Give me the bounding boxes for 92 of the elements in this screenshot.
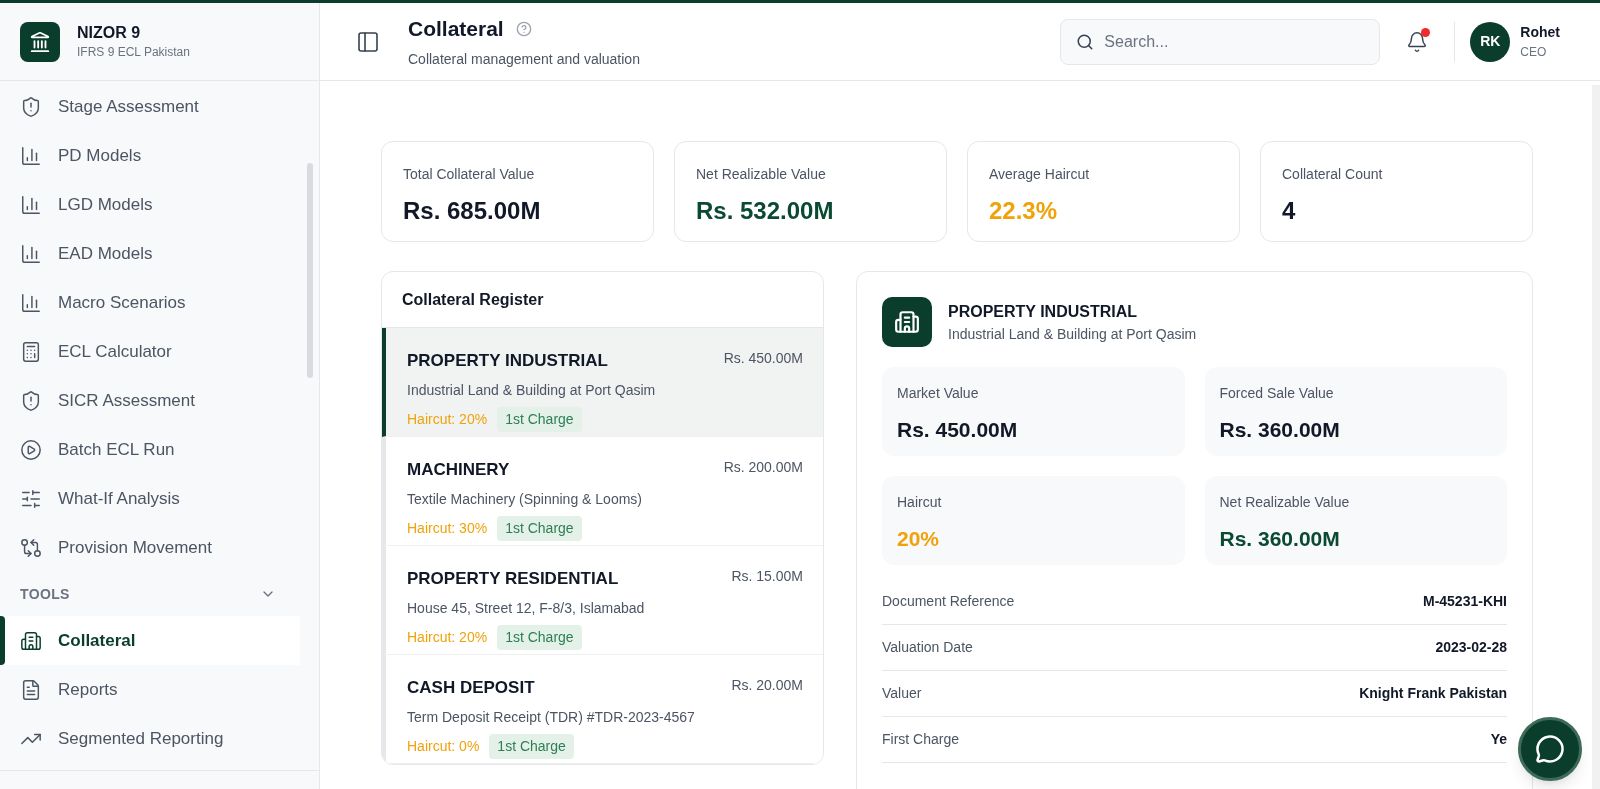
building-icon bbox=[20, 629, 42, 652]
shield-icon bbox=[20, 95, 42, 118]
user-name: Rohet bbox=[1520, 23, 1560, 42]
sidebar-item[interactable]: ECL Calculator bbox=[0, 327, 300, 376]
brand-subtitle: IFRS 9 ECL Pakistan bbox=[77, 43, 190, 61]
building-icon bbox=[882, 297, 932, 347]
compare-arrows-icon bbox=[20, 536, 42, 559]
card-title: Collateral Register bbox=[402, 289, 544, 310]
section-header[interactable]: TOOLS bbox=[0, 572, 300, 616]
bar-chart-icon bbox=[20, 144, 42, 167]
collateral-amount: Rs. 450.00M bbox=[723, 349, 803, 368]
haircut-text: Haircut: 30% bbox=[407, 518, 488, 538]
stat-value: 4 bbox=[1282, 196, 1297, 226]
field-value: Knight Frank Pakistan bbox=[1359, 684, 1507, 703]
register-item[interactable]: PROPERTY RESIDENTIAL Rs. 15.00M House 45, Street 12, F-8/3, Islamabad Haircut: 20% 1st Charge bbox=[382, 546, 823, 655]
scrollbar-thumb[interactable] bbox=[307, 163, 313, 378]
collateral-type: PROPERTY RESIDENTIAL bbox=[407, 568, 619, 590]
document-icon bbox=[20, 678, 42, 701]
bar-chart-icon bbox=[20, 242, 42, 265]
user-role: CEO bbox=[1520, 44, 1548, 61]
metric-label: Market Value bbox=[897, 384, 980, 403]
bar-chart-icon bbox=[20, 193, 42, 216]
metric-label: Net Realizable Value bbox=[1219, 493, 1351, 512]
metric-value: Rs. 360.00M bbox=[1219, 526, 1341, 552]
stat-label: Net Realizable Value bbox=[696, 165, 827, 184]
collateral-amount: Rs. 200.00M bbox=[723, 458, 803, 477]
detail-description: Industrial Land & Building at Port Qasim bbox=[948, 324, 1197, 344]
stat-value: Rs. 532.00M bbox=[696, 196, 835, 226]
field-value: 2023-02-28 bbox=[1435, 638, 1507, 657]
sidebar-item[interactable]: Macro Scenarios bbox=[0, 278, 300, 327]
sidebar-item[interactable]: Segmented Reporting bbox=[0, 714, 300, 763]
stat-label: Average Haircut bbox=[989, 165, 1091, 184]
field-value: Ye bbox=[1490, 730, 1507, 749]
collateral-description: Textile Machinery (Spinning & Looms) bbox=[407, 489, 643, 509]
register-item[interactable]: PROPERTY INDUSTRIAL Rs. 450.00M Industrial Land & Building at Port Qasim Haircut: 20% 1st Charge bbox=[382, 328, 823, 437]
sidebar-item[interactable]: What-If Analysis bbox=[0, 474, 300, 523]
brand-name: NIZOR 9 bbox=[77, 22, 142, 43]
stat-label: Collateral Count bbox=[1282, 165, 1384, 184]
shield-icon bbox=[20, 389, 42, 412]
stat-value: Rs. 685.00M bbox=[403, 196, 542, 226]
sidebar-item[interactable]: Batch ECL Run bbox=[0, 425, 300, 474]
field-label: Document Reference bbox=[882, 592, 1015, 611]
haircut-text: Haircut: 20% bbox=[407, 627, 488, 647]
sidebar-item[interactable]: SICR Assessment bbox=[0, 376, 300, 425]
stat-value: 22.3% bbox=[989, 196, 1059, 226]
metric-value: Rs. 360.00M bbox=[1219, 417, 1341, 443]
collateral-amount: Rs. 15.00M bbox=[731, 567, 803, 586]
metric-label: Forced Sale Value bbox=[1219, 384, 1335, 403]
sidebar-item[interactable]: EAD Models bbox=[0, 229, 300, 278]
sidebar-item[interactable]: LGD Models bbox=[0, 180, 300, 229]
collateral-description: House 45, Street 12, F-8/3, Islamabad bbox=[407, 598, 646, 618]
charge-badge: 1st Charge bbox=[497, 406, 582, 432]
metric-value: Rs. 450.00M bbox=[897, 417, 1019, 443]
detail-title: PROPERTY INDUSTRIAL bbox=[948, 301, 1139, 322]
field-label: Valuation Date bbox=[882, 638, 973, 657]
search-icon bbox=[1076, 32, 1095, 51]
chat-icon bbox=[1535, 734, 1565, 764]
metric-value: 20% bbox=[897, 526, 941, 552]
notification-bell-icon[interactable] bbox=[1406, 30, 1429, 53]
sidebar-item[interactable]: Stage Assessment bbox=[0, 82, 300, 131]
haircut-text: Haircut: 0% bbox=[407, 736, 480, 756]
sliders-icon bbox=[20, 487, 42, 510]
sidebar-item[interactable]: Provision Movement bbox=[0, 523, 300, 572]
metric-label: Haircut bbox=[897, 493, 943, 512]
stat-label: Total Collateral Value bbox=[403, 165, 536, 184]
register-item[interactable]: CASH DEPOSIT Rs. 20.00M Term Deposit Receipt (TDR) #TDR-2023-4567 Haircut: 0% 1st Charge bbox=[382, 655, 823, 764]
collateral-description: Term Deposit Receipt (TDR) #TDR-2023-4567 bbox=[407, 707, 696, 727]
page-subtitle: Collateral management and valuation bbox=[408, 49, 640, 69]
charge-badge: 1st Charge bbox=[497, 515, 582, 541]
collateral-type: PROPERTY INDUSTRIAL bbox=[407, 350, 608, 372]
charge-badge: 1st Charge bbox=[489, 733, 574, 759]
bar-chart-icon bbox=[20, 291, 42, 314]
register-item[interactable]: MACHINERY Rs. 200.00M Textile Machinery (Spinning & Looms) Haircut: 30% 1st Charge bbox=[382, 437, 823, 546]
haircut-text: Haircut: 20% bbox=[407, 409, 488, 429]
field-label: Valuer bbox=[882, 684, 922, 703]
logo-icon bbox=[20, 21, 60, 62]
collateral-amount: Rs. 20.00M bbox=[731, 676, 803, 695]
chat-button[interactable] bbox=[1518, 717, 1582, 781]
collateral-type: CASH DEPOSIT bbox=[407, 677, 535, 699]
field-value: M-45231-KHI bbox=[1422, 592, 1507, 611]
collateral-description: Industrial Land & Building at Port Qasim bbox=[407, 380, 657, 400]
user-avatar[interactable]: RK bbox=[1470, 21, 1511, 62]
calculator-icon bbox=[20, 340, 42, 363]
sidebar-item[interactable]: Reports bbox=[0, 665, 300, 714]
field-label: First Charge bbox=[882, 730, 960, 749]
search-field[interactable]: Search... bbox=[1060, 18, 1381, 65]
sidebar-toggle-icon[interactable] bbox=[356, 29, 380, 54]
page-title: Collateral bbox=[408, 16, 504, 43]
collateral-type: MACHINERY bbox=[407, 459, 510, 481]
sidebar-item[interactable]: PD Models bbox=[0, 131, 300, 180]
play-icon bbox=[20, 438, 42, 461]
charge-badge: 1st Charge bbox=[497, 624, 582, 650]
